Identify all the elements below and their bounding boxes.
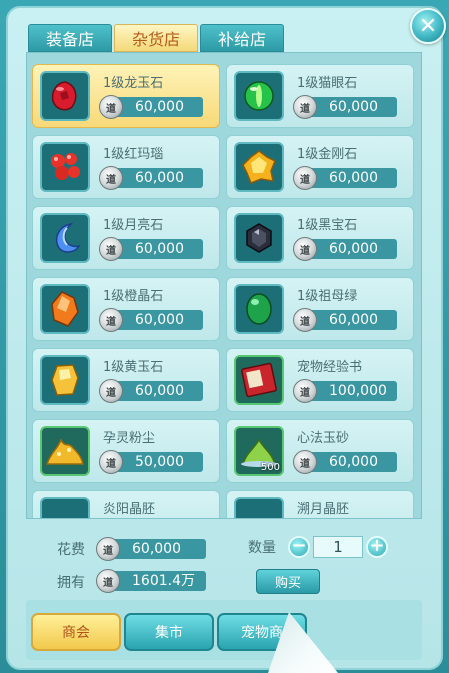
- tab-equipment-shop[interactable]: 装备店: [28, 24, 112, 52]
- item-name: 1级橙晶石: [103, 289, 164, 304]
- currency-coin-icon: 道: [96, 569, 120, 593]
- shop-item-card[interactable]: 溯月晶胚: [226, 490, 414, 518]
- item-price: 60,000: [109, 168, 203, 188]
- currency-coin-icon: 道: [99, 166, 123, 190]
- currency-coin-icon: 道: [293, 166, 317, 190]
- currency-coin-icon: 道: [96, 537, 120, 561]
- buy-button[interactable]: 购买: [256, 569, 320, 594]
- item-name: 1级金刚石: [297, 147, 358, 162]
- owned-label: 拥有: [57, 575, 85, 591]
- shop-item-card[interactable]: 孕灵粉尘 50,000 道: [32, 419, 220, 483]
- item-price: 60,000: [303, 168, 397, 188]
- shop-item-card[interactable]: 炎阳晶胚: [32, 490, 220, 518]
- pet-exp-book-icon: [234, 355, 284, 405]
- currency-coin-icon: 道: [99, 379, 123, 403]
- minus-button[interactable]: −: [288, 536, 310, 558]
- currency-coin-icon: 道: [293, 450, 317, 474]
- shop-item-card[interactable]: 500 心法玉砂 60,000 道: [226, 419, 414, 483]
- item-price: 60,000: [109, 97, 203, 117]
- currency-coin-icon: 道: [293, 308, 317, 332]
- item-name: 1级猫眼石: [297, 76, 358, 91]
- item-name: 1级红玛瑙: [103, 147, 164, 162]
- item-name: 炎阳晶胚: [103, 502, 156, 517]
- owned-field: 1601.4万: [106, 571, 206, 591]
- item-name: 溯月晶胚: [297, 502, 350, 517]
- item-name: 宠物经验书: [297, 360, 363, 375]
- currency-coin-icon: 道: [99, 308, 123, 332]
- item-price: 60,000: [303, 239, 397, 259]
- item-name: 孕灵粉尘: [103, 431, 156, 446]
- black-gem-icon: [234, 213, 284, 263]
- item-price: 60,000: [303, 97, 397, 117]
- gold-diamond-icon: [234, 142, 284, 192]
- item-price: 60,000: [109, 381, 203, 401]
- cost-field: 60,000: [106, 539, 206, 559]
- item-name: 1级祖母绿: [297, 289, 358, 304]
- item-name: 1级龙玉石: [103, 76, 164, 91]
- moon-crystal-embryo-icon: [234, 497, 284, 518]
- jade-sand-pile-icon: 500: [234, 426, 284, 476]
- item-name: 心法玉砂: [297, 431, 350, 446]
- tab-supply-shop[interactable]: 补给店: [200, 24, 284, 52]
- sun-crystal-embryo-icon: [40, 497, 90, 518]
- shop-item-card[interactable]: 1级祖母绿 60,000 道: [226, 277, 414, 341]
- item-price: 60,000: [109, 239, 203, 259]
- currency-coin-icon: 道: [99, 450, 123, 474]
- item-price: 60,000: [303, 452, 397, 472]
- currency-coin-icon: 道: [293, 379, 317, 403]
- crescent-moonstone-icon: [40, 213, 90, 263]
- tab-general-store[interactable]: 杂货店: [114, 24, 198, 52]
- shop-item-card[interactable]: 宠物经验书 100,000 道: [226, 348, 414, 412]
- item-price: 60,000: [303, 310, 397, 330]
- spirit-dust-pile-icon: [40, 426, 90, 476]
- shop-item-card[interactable]: 1级橙晶石 60,000 道: [32, 277, 220, 341]
- plus-button[interactable]: +: [366, 536, 388, 558]
- item-price: 60,000: [109, 310, 203, 330]
- emerald-icon: [234, 284, 284, 334]
- shop-item-card[interactable]: 1级黑宝石 60,000 道: [226, 206, 414, 270]
- shop-item-card[interactable]: 1级红玛瑙 60,000 道: [32, 135, 220, 199]
- shop-item-card[interactable]: 1级月亮石 60,000 道: [32, 206, 220, 270]
- red-jade-gem-icon: [40, 71, 90, 121]
- green-cats-eye-gem-icon: [234, 71, 284, 121]
- currency-coin-icon: 道: [99, 95, 123, 119]
- tab-guild-shop[interactable]: 商会: [31, 613, 121, 651]
- item-grid: 1级龙玉石 60,000 道 1级猫眼石 60,000 道 1级红玛瑙 60,000 道 1级金刚…: [26, 52, 422, 519]
- yellow-topaz-icon: [40, 355, 90, 405]
- item-name: 1级黑宝石: [297, 218, 358, 233]
- quantity-input[interactable]: 1: [313, 536, 363, 558]
- quantity-label: 数量: [248, 540, 276, 556]
- shop-item-card[interactable]: 1级龙玉石 60,000 道: [32, 64, 220, 128]
- currency-coin-icon: 道: [293, 237, 317, 261]
- shop-item-card[interactable]: 1级金刚石 60,000 道: [226, 135, 414, 199]
- currency-coin-icon: 道: [99, 237, 123, 261]
- close-icon[interactable]: ✕: [410, 8, 446, 44]
- stack-count-badge: 500: [260, 462, 280, 473]
- item-price: 100,000: [303, 381, 397, 401]
- currency-coin-icon: 道: [293, 95, 317, 119]
- item-name: 1级黄玉石: [103, 360, 164, 375]
- cost-label: 花费: [57, 542, 85, 558]
- item-name: 1级月亮石: [103, 218, 164, 233]
- orange-crystal-icon: [40, 284, 90, 334]
- shop-item-card[interactable]: 1级黄玉石 60,000 道: [32, 348, 220, 412]
- item-price: 50,000: [109, 452, 203, 472]
- tab-market[interactable]: 集市: [124, 613, 214, 651]
- red-agate-beads-icon: [40, 142, 90, 192]
- shop-item-card[interactable]: 1级猫眼石 60,000 道: [226, 64, 414, 128]
